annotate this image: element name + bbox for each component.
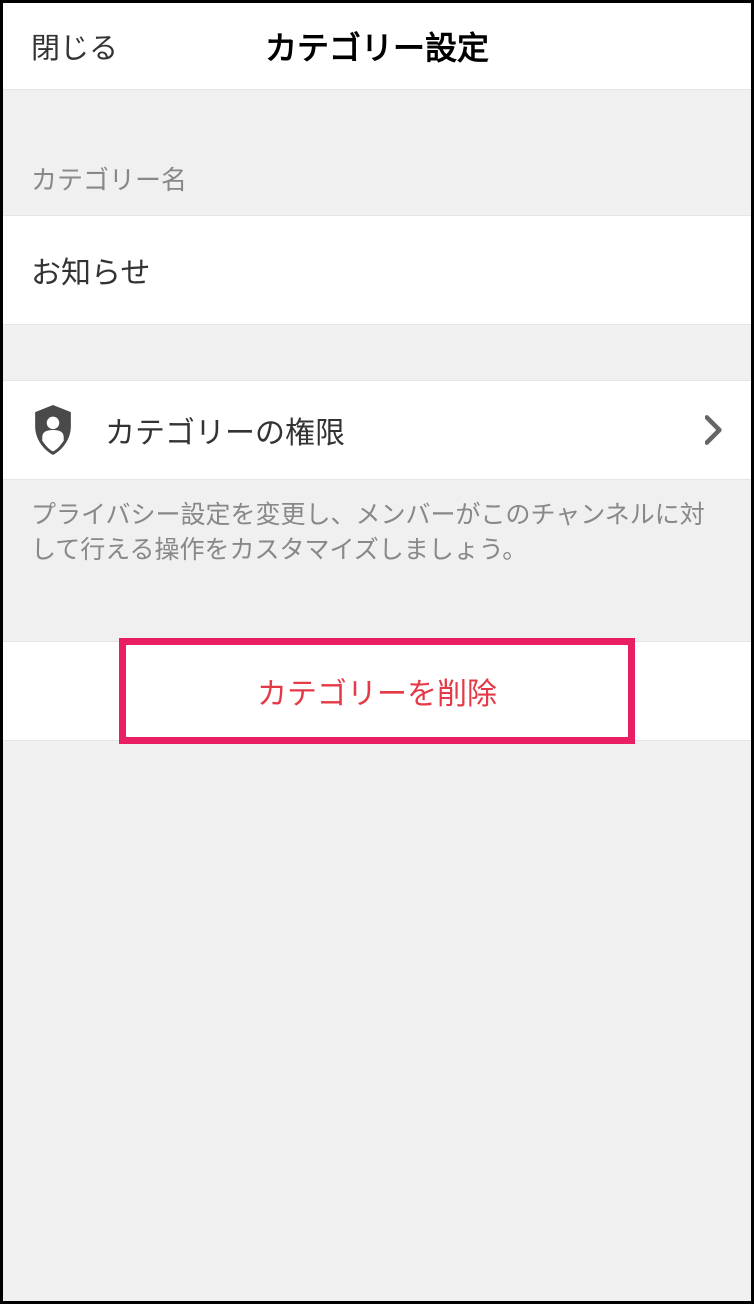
permissions-row[interactable]: カテゴリーの権限: [3, 380, 751, 480]
close-button[interactable]: 閉じる: [31, 25, 118, 67]
shield-icon: [31, 405, 75, 455]
category-name-input[interactable]: お知らせ: [3, 215, 751, 325]
category-name-label: カテゴリー名: [3, 90, 751, 215]
spacer: [3, 325, 751, 380]
permissions-description: プライバシー設定を変更し、メンバーがこのチャンネルに対して行える操作をカスタマイ…: [3, 480, 751, 586]
delete-category-button[interactable]: カテゴリーを削除: [146, 669, 608, 713]
permissions-label: カテゴリーの権限: [105, 408, 705, 452]
header: 閉じる カテゴリー設定: [3, 3, 751, 90]
delete-highlight: カテゴリーを削除: [119, 638, 635, 744]
chevron-right-icon: [705, 415, 723, 445]
delete-section: カテゴリーを削除: [3, 641, 751, 741]
page-title: カテゴリー設定: [265, 23, 489, 69]
